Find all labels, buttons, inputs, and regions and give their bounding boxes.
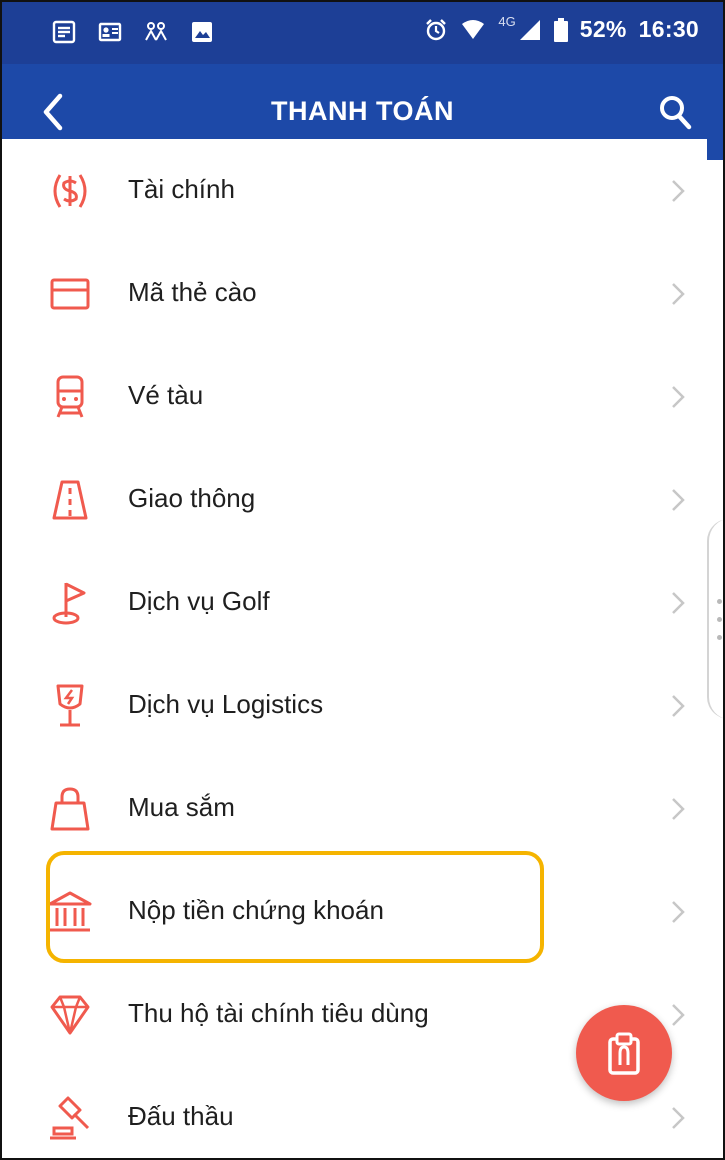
chevron-right-icon — [672, 489, 685, 511]
handle-dot — [717, 599, 722, 604]
list-item-finance[interactable]: Tài chính — [2, 139, 707, 243]
list-item-logistics[interactable]: Dịch vụ Logistics — [2, 654, 707, 758]
chevron-right-icon — [672, 592, 685, 614]
chevron-right-icon — [672, 1004, 685, 1026]
notification-icons — [52, 20, 214, 44]
chevron-right-icon — [672, 901, 685, 923]
list-item-label: Tài chính — [128, 174, 235, 204]
battery-percent: 52% — [579, 16, 627, 42]
diamond-icon — [50, 995, 90, 1035]
battery-icon — [553, 17, 568, 42]
shopping-bag-icon — [50, 787, 90, 831]
finance-dollar-icon — [53, 174, 87, 208]
list-item-label: Dịch vụ Logistics — [128, 689, 324, 719]
handle-dot — [717, 617, 722, 622]
road-icon — [52, 480, 88, 520]
clipboard-icon — [608, 1032, 640, 1075]
search-icon[interactable] — [657, 92, 693, 132]
bank-icon — [48, 891, 92, 932]
status-bar: 4G 52% 16:30 — [2, 2, 723, 64]
chevron-right-icon — [672, 283, 685, 305]
list-item-label: Thu hộ tài chính tiêu dùng — [128, 998, 429, 1028]
people-icon — [145, 22, 167, 41]
edge-panel-handle[interactable] — [707, 519, 723, 719]
auction-gavel-icon — [50, 1096, 90, 1140]
list-item-securities-deposit[interactable]: Nộp tiền chứng khoán — [2, 860, 707, 964]
signal-icon — [519, 19, 540, 40]
chevron-right-icon — [672, 1107, 685, 1129]
list-item-label: Vé tàu — [128, 380, 204, 410]
notes-icon — [52, 20, 76, 44]
list-item-label: Mua sắm — [128, 792, 235, 822]
golf-flag-icon — [52, 582, 86, 625]
list-item-label: Dịch vụ Golf — [128, 586, 270, 616]
list-item-scratch-card[interactable]: Mã thẻ cào — [2, 242, 707, 346]
list-item-label: Nộp tiền chứng khoán — [128, 895, 384, 925]
page-title: THANH TOÁN — [271, 96, 454, 126]
alarm-icon — [426, 18, 447, 40]
clock: 16:30 — [638, 16, 699, 42]
list-item-label: Giao thông — [128, 483, 256, 513]
list-item-label: Mã thẻ cào — [128, 277, 257, 307]
card-icon — [50, 278, 90, 310]
list-item-traffic[interactable]: Giao thông — [2, 448, 707, 552]
chevron-right-icon — [672, 180, 685, 202]
list-item-label: Đấu thầu — [128, 1101, 234, 1131]
handle-dot — [717, 635, 722, 640]
wifi-icon — [462, 19, 485, 39]
floating-action-button[interactable] — [576, 1005, 672, 1101]
list-item-train-ticket[interactable]: Vé tàu — [2, 345, 707, 449]
chevron-right-icon — [672, 695, 685, 717]
phone-screen: 4G 52% 16:30 THANH TOÁN Tài chính Mã thẻ… — [0, 0, 725, 1160]
contact-card-icon — [98, 22, 122, 42]
list-item-shopping[interactable]: Mua sắm — [2, 757, 707, 861]
train-icon — [56, 375, 84, 418]
chevron-right-icon — [672, 798, 685, 820]
image-icon — [192, 22, 212, 42]
logistics-icon — [56, 684, 84, 727]
system-status: 4G 52% 16:30 — [424, 14, 699, 43]
network-type: 4G — [498, 14, 516, 29]
list-item-golf[interactable]: Dịch vụ Golf — [2, 551, 707, 655]
chevron-right-icon — [672, 386, 685, 408]
